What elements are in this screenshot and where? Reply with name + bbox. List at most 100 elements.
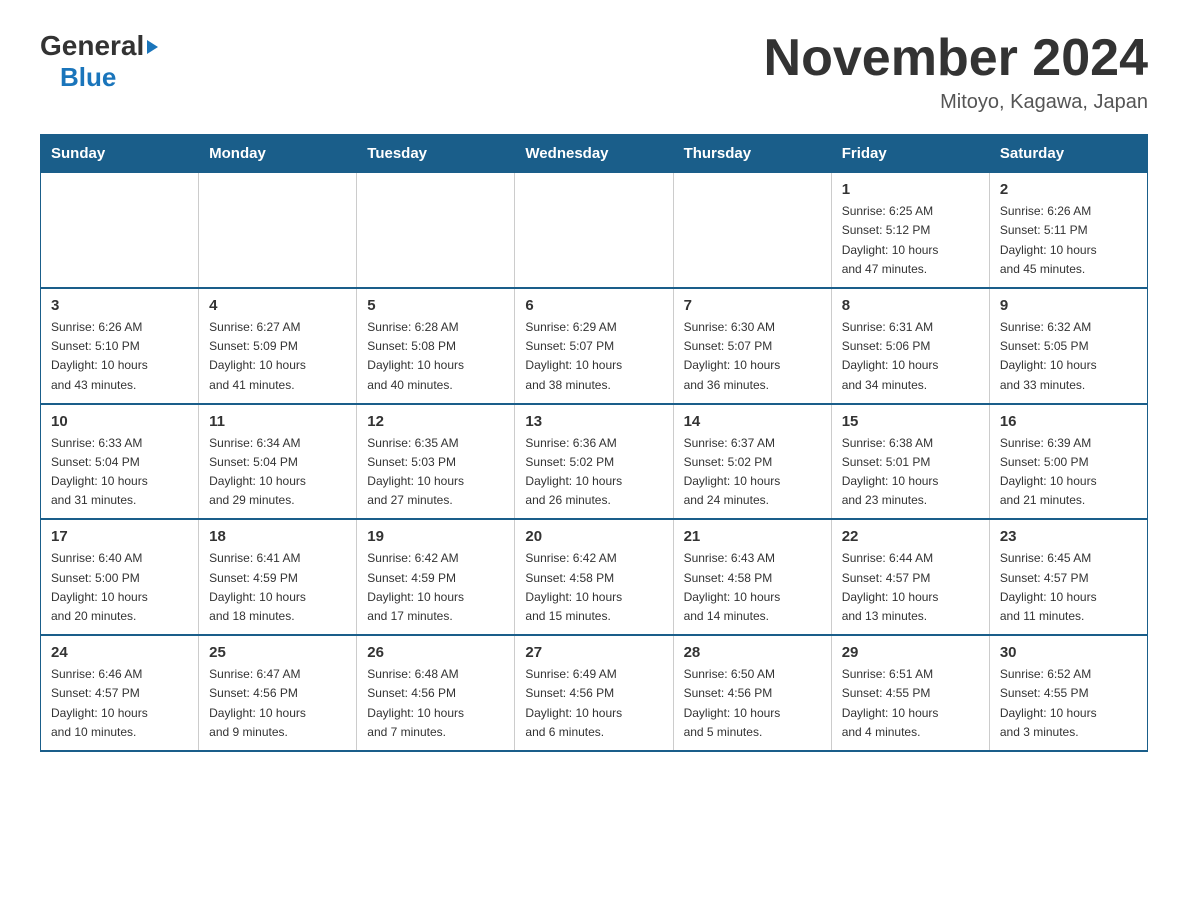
day-number: 25 [209, 644, 346, 661]
table-row: 5 Sunrise: 6:28 AMSunset: 5:08 PMDaylight… [357, 288, 515, 404]
day-info: Sunrise: 6:25 AMSunset: 5:12 PMDaylight:… [842, 202, 979, 279]
day-info: Sunrise: 6:41 AMSunset: 4:59 PMDaylight:… [209, 549, 346, 626]
day-number: 7 [684, 297, 821, 314]
day-number: 22 [842, 528, 979, 545]
header-monday: Monday [199, 135, 357, 173]
logo-arrow-icon [147, 40, 158, 54]
table-row: 13 Sunrise: 6:36 AMSunset: 5:02 PMDayligh… [515, 404, 673, 520]
table-row: 25 Sunrise: 6:47 AMSunset: 4:56 PMDayligh… [199, 635, 357, 751]
table-row: 8 Sunrise: 6:31 AMSunset: 5:06 PMDaylight… [831, 288, 989, 404]
day-info: Sunrise: 6:33 AMSunset: 5:04 PMDaylight:… [51, 434, 188, 511]
day-number: 28 [684, 644, 821, 661]
day-info: Sunrise: 6:31 AMSunset: 5:06 PMDaylight:… [842, 318, 979, 395]
logo-blue-text: Blue [60, 62, 116, 93]
table-row: 15 Sunrise: 6:38 AMSunset: 5:01 PMDayligh… [831, 404, 989, 520]
calendar-header: Sunday Monday Tuesday Wednesday Thursday… [41, 135, 1148, 173]
day-number: 27 [525, 644, 662, 661]
day-info: Sunrise: 6:42 AMSunset: 4:58 PMDaylight:… [525, 549, 662, 626]
day-info: Sunrise: 6:44 AMSunset: 4:57 PMDaylight:… [842, 549, 979, 626]
table-row: 30 Sunrise: 6:52 AMSunset: 4:55 PMDayligh… [989, 635, 1147, 751]
table-row: 4Sunrise: 6:27 AMSunset: 5:09 PMDaylight… [199, 288, 357, 404]
table-row: 20 Sunrise: 6:42 AMSunset: 4:58 PMDayligh… [515, 519, 673, 635]
day-number: 8 [842, 297, 979, 314]
header-wednesday: Wednesday [515, 135, 673, 173]
day-info: Sunrise: 6:40 AMSunset: 5:00 PMDaylight:… [51, 549, 188, 626]
table-row: 16Sunrise: 6:39 AMSunset: 5:00 PMDayligh… [989, 404, 1147, 520]
table-row: 26 Sunrise: 6:48 AMSunset: 4:56 PMDayligh… [357, 635, 515, 751]
day-number: 4 [209, 297, 346, 314]
day-info: Sunrise: 6:36 AMSunset: 5:02 PMDaylight:… [525, 434, 662, 511]
table-row: 28 Sunrise: 6:50 AMSunset: 4:56 PMDayligh… [673, 635, 831, 751]
table-row [199, 173, 357, 288]
day-info: Sunrise: 6:28 AMSunset: 5:08 PMDaylight:… [367, 318, 504, 395]
page-header: General Blue November 2024 Mitoyo, Kagaw… [40, 30, 1148, 114]
day-info: Sunrise: 6:26 AMSunset: 5:10 PMDaylight:… [51, 318, 188, 395]
calendar-table: Sunday Monday Tuesday Wednesday Thursday… [40, 134, 1148, 752]
table-row [41, 173, 199, 288]
day-number: 15 [842, 413, 979, 430]
title-block: November 2024 Mitoyo, Kagawa, Japan [764, 30, 1148, 114]
day-number: 12 [367, 413, 504, 430]
day-info: Sunrise: 6:26 AMSunset: 5:11 PMDaylight:… [1000, 202, 1137, 279]
day-number: 14 [684, 413, 821, 430]
day-info: Sunrise: 6:43 AMSunset: 4:58 PMDaylight:… [684, 549, 821, 626]
day-number: 21 [684, 528, 821, 545]
day-info: Sunrise: 6:48 AMSunset: 4:56 PMDaylight:… [367, 665, 504, 742]
header-tuesday: Tuesday [357, 135, 515, 173]
day-number: 20 [525, 528, 662, 545]
day-info: Sunrise: 6:45 AMSunset: 4:57 PMDaylight:… [1000, 549, 1137, 626]
table-row: 6 Sunrise: 6:29 AMSunset: 5:07 PMDaylight… [515, 288, 673, 404]
day-info: Sunrise: 6:42 AMSunset: 4:59 PMDaylight:… [367, 549, 504, 626]
table-row: 22 Sunrise: 6:44 AMSunset: 4:57 PMDayligh… [831, 519, 989, 635]
day-number: 24 [51, 644, 188, 661]
table-row [673, 173, 831, 288]
day-number: 1 [842, 181, 979, 198]
day-number: 11 [209, 413, 346, 430]
day-info: Sunrise: 6:50 AMSunset: 4:56 PMDaylight:… [684, 665, 821, 742]
header-friday: Friday [831, 135, 989, 173]
day-number: 17 [51, 528, 188, 545]
header-thursday: Thursday [673, 135, 831, 173]
day-number: 18 [209, 528, 346, 545]
day-info: Sunrise: 6:38 AMSunset: 5:01 PMDaylight:… [842, 434, 979, 511]
day-info: Sunrise: 6:30 AMSunset: 5:07 PMDaylight:… [684, 318, 821, 395]
table-row: 17 Sunrise: 6:40 AMSunset: 5:00 PMDayligh… [41, 519, 199, 635]
table-row: 2 Sunrise: 6:26 AMSunset: 5:11 PMDaylight… [989, 173, 1147, 288]
day-info: Sunrise: 6:49 AMSunset: 4:56 PMDaylight:… [525, 665, 662, 742]
day-info: Sunrise: 6:32 AMSunset: 5:05 PMDaylight:… [1000, 318, 1137, 395]
table-row: 23Sunrise: 6:45 AMSunset: 4:57 PMDayligh… [989, 519, 1147, 635]
table-row [357, 173, 515, 288]
day-number: 9 [1000, 297, 1137, 314]
day-number: 30 [1000, 644, 1137, 661]
table-row: 21 Sunrise: 6:43 AMSunset: 4:58 PMDayligh… [673, 519, 831, 635]
day-info: Sunrise: 6:47 AMSunset: 4:56 PMDaylight:… [209, 665, 346, 742]
location-text: Mitoyo, Kagawa, Japan [764, 91, 1148, 114]
logo: General Blue [40, 30, 158, 93]
day-info: Sunrise: 6:51 AMSunset: 4:55 PMDaylight:… [842, 665, 979, 742]
table-row: 19 Sunrise: 6:42 AMSunset: 4:59 PMDayligh… [357, 519, 515, 635]
day-number: 26 [367, 644, 504, 661]
month-title: November 2024 [764, 30, 1148, 87]
day-info: Sunrise: 6:52 AMSunset: 4:55 PMDaylight:… [1000, 665, 1137, 742]
table-row: 14 Sunrise: 6:37 AMSunset: 5:02 PMDayligh… [673, 404, 831, 520]
day-number: 13 [525, 413, 662, 430]
header-sunday: Sunday [41, 135, 199, 173]
day-number: 3 [51, 297, 188, 314]
table-row: 1 Sunrise: 6:25 AMSunset: 5:12 PMDaylight… [831, 173, 989, 288]
header-saturday: Saturday [989, 135, 1147, 173]
day-info: Sunrise: 6:29 AMSunset: 5:07 PMDaylight:… [525, 318, 662, 395]
calendar-body: 1 Sunrise: 6:25 AMSunset: 5:12 PMDaylight… [41, 173, 1148, 751]
day-number: 19 [367, 528, 504, 545]
table-row: 27 Sunrise: 6:49 AMSunset: 4:56 PMDayligh… [515, 635, 673, 751]
day-number: 6 [525, 297, 662, 314]
table-row: 24 Sunrise: 6:46 AMSunset: 4:57 PMDayligh… [41, 635, 199, 751]
day-info: Sunrise: 6:39 AMSunset: 5:00 PMDaylight:… [1000, 434, 1137, 511]
day-number: 2 [1000, 181, 1137, 198]
day-number: 5 [367, 297, 504, 314]
table-row: 11Sunrise: 6:34 AMSunset: 5:04 PMDayligh… [199, 404, 357, 520]
day-info: Sunrise: 6:37 AMSunset: 5:02 PMDaylight:… [684, 434, 821, 511]
table-row: 9 Sunrise: 6:32 AMSunset: 5:05 PMDaylight… [989, 288, 1147, 404]
day-number: 10 [51, 413, 188, 430]
day-info: Sunrise: 6:46 AMSunset: 4:57 PMDaylight:… [51, 665, 188, 742]
table-row [515, 173, 673, 288]
